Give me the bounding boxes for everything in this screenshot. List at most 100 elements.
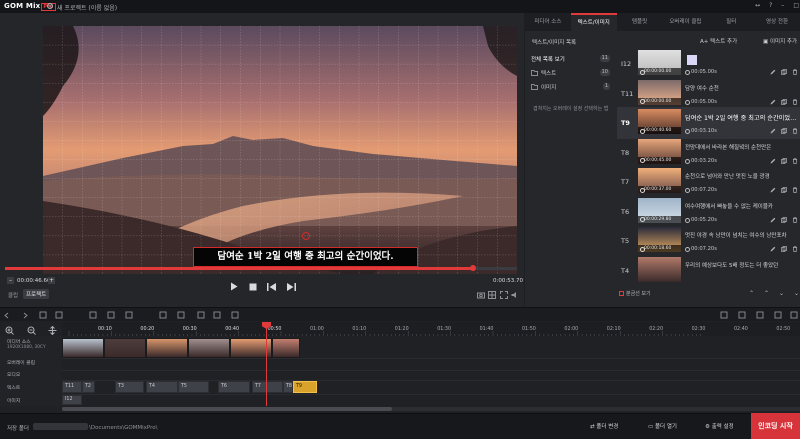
help-icon[interactable]: ? <box>769 2 772 11</box>
tab-project[interactable]: 프로젝트 <box>23 289 50 299</box>
copy-icon[interactable] <box>781 98 787 105</box>
time-plus-button[interactable]: + <box>48 277 55 284</box>
edit-icon[interactable] <box>770 246 776 252</box>
list-item[interactable]: T11 00:00:00.00 담양 여수 순천 00:05.00s <box>617 78 800 110</box>
text-clip[interactable]: T11 <box>62 381 82 393</box>
checkbox-icon[interactable] <box>619 291 624 296</box>
caption-rotate-handle[interactable] <box>302 232 310 240</box>
edit-icon[interactable] <box>770 99 776 105</box>
list-item[interactable]: T9 00:00:40.60 담여순 1박 2일 여행 중 최고의 순간이었다. 00… <box>617 107 800 139</box>
folder-item[interactable]: 전체 목록 보기 11 <box>531 53 613 65</box>
trash-icon[interactable] <box>792 69 798 75</box>
open-folder-button[interactable]: ▭ 폴더 열기 <box>648 422 677 430</box>
track-area[interactable]: T11 T2 T3 T4 T5 T6 T7 T8 T9 I12 <box>62 336 800 406</box>
text-clip[interactable]: T9 <box>293 381 317 393</box>
item-thumbnail[interactable]: 00:00:45.00 <box>638 138 681 164</box>
safe-area-toggle[interactable]: 분금선 보기 <box>619 290 651 297</box>
prev-frame-icon[interactable] <box>267 282 277 291</box>
copy-icon[interactable] <box>781 69 787 75</box>
folder-item[interactable]: 이미지 1 <box>531 81 613 93</box>
fit-timeline-icon[interactable] <box>48 326 57 335</box>
maximize-icon[interactable]: □ <box>793 2 799 11</box>
stop-icon[interactable] <box>249 283 257 291</box>
video-clip[interactable] <box>62 338 104 358</box>
item-thumbnail[interactable]: 00:00:29.80 <box>638 197 681 223</box>
output-settings-button[interactable]: ⚙ 출력 설정 <box>705 422 734 430</box>
library-tab[interactable]: 오버레이 클립 <box>662 13 708 31</box>
move-down-icon[interactable]: ⌄ <box>779 290 784 297</box>
library-tab[interactable]: 템플릿 <box>617 13 663 31</box>
copy-icon[interactable] <box>781 187 787 193</box>
video-clip[interactable] <box>146 338 188 358</box>
copy-icon[interactable] <box>781 246 787 252</box>
trash-icon[interactable] <box>792 246 798 252</box>
text-clip[interactable]: T2 <box>82 381 95 393</box>
text-clip[interactable]: T3 <box>115 381 144 393</box>
item-thumbnail[interactable]: 00:00:40.60 <box>638 109 681 134</box>
item-thumbnail[interactable]: 00:00:18.60 <box>638 227 681 252</box>
text-clip[interactable]: T5 <box>178 381 209 393</box>
change-folder-button[interactable]: ⇄ 폴더 변경 <box>590 422 618 430</box>
image-clip[interactable]: I12 <box>62 395 82 405</box>
item-thumbnail[interactable] <box>638 256 681 282</box>
time-minus-button[interactable]: – <box>7 277 14 284</box>
text-clip[interactable]: T4 <box>146 381 178 393</box>
edit-icon[interactable] <box>770 69 776 75</box>
trash-icon[interactable] <box>792 216 798 223</box>
list-item[interactable]: T8 00:00:45.00 전망대에서 바라본 해질녘의 순천만은 00:03.20… <box>617 137 800 169</box>
add-image-button[interactable]: ▣ 이미지 추가 <box>763 37 797 45</box>
text-clip[interactable]: T8 <box>283 381 293 393</box>
edit-icon[interactable] <box>770 158 776 164</box>
gear-icon[interactable] <box>46 2 54 10</box>
list-item[interactable]: T7 00:00:37.00 순천으로 넘어와 만난 멋진 노을 광경 00:07.2… <box>617 166 800 198</box>
trash-icon[interactable] <box>792 187 798 193</box>
video-clip[interactable] <box>104 338 146 358</box>
grid-icon[interactable] <box>488 291 497 299</box>
copy-icon[interactable] <box>781 216 787 223</box>
library-tab[interactable]: 영상 전환 <box>754 13 800 31</box>
folder-item[interactable]: 텍스트 10 <box>531 67 613 79</box>
video-clip[interactable] <box>188 338 230 358</box>
timeline-scroll-thumb[interactable] <box>62 407 392 411</box>
text-clip[interactable]: T7 <box>252 381 283 393</box>
library-tab[interactable]: 미디어 소스 <box>525 13 571 31</box>
library-tab[interactable]: 텍스트/이미지 <box>570 13 617 31</box>
camera-icon[interactable] <box>477 291 485 299</box>
list-item[interactable]: T6 00:00:29.80 여수여행에서 빠놓을 수 없는 케이블카 00:05.2… <box>617 196 800 228</box>
edit-icon[interactable] <box>770 217 776 223</box>
copy-icon[interactable] <box>781 157 787 164</box>
volume-icon[interactable] <box>511 291 519 299</box>
minimize-icon[interactable]: – <box>781 2 784 11</box>
encode-start-button[interactable]: 인코딩 시작 <box>751 413 800 439</box>
add-text-button[interactable]: A+ 텍스트 추가 <box>700 37 737 45</box>
move-top-icon[interactable]: ⌃ <box>749 290 754 297</box>
fullscreen-icon[interactable] <box>499 291 508 299</box>
current-timecode[interactable]: 00:00:46.60 <box>17 278 50 284</box>
item-thumbnail[interactable]: 00:00:37.00 <box>638 168 681 193</box>
trash-icon[interactable] <box>792 128 798 134</box>
playhead[interactable] <box>266 322 267 406</box>
seek-handle[interactable] <box>469 265 476 271</box>
zoom-in-icon[interactable] <box>5 326 14 335</box>
move-bottom-icon[interactable]: ⌄ <box>794 290 799 297</box>
library-tab[interactable]: 필터 <box>708 13 754 31</box>
fit-window-icon[interactable]: ↔ <box>755 2 760 11</box>
trash-icon[interactable] <box>792 157 798 164</box>
folder-hint[interactable]: 겹쳐지는 오버레이 설정 선택하는 법 <box>533 105 611 113</box>
play-icon[interactable] <box>230 282 238 291</box>
next-frame-icon[interactable] <box>286 282 296 291</box>
zoom-out-icon[interactable] <box>27 326 36 335</box>
video-clip[interactable] <box>272 338 300 358</box>
video-preview[interactable]: 담여순 1박 2일 여행 중 최고의 순간이었다. <box>43 26 517 274</box>
copy-icon[interactable] <box>781 128 787 134</box>
move-up-icon[interactable]: ⌃ <box>764 290 769 297</box>
trash-icon[interactable] <box>792 98 798 105</box>
tab-clip[interactable]: 클립 <box>8 291 18 299</box>
time-ruler[interactable]: 00:10 00:20 00:30 00:40 00:50 01:00 01:10 01:20… <box>62 322 800 336</box>
caption-text-box[interactable]: 담여순 1박 2일 여행 중 최고의 순간이었다. <box>193 247 418 267</box>
item-thumbnail[interactable]: 00:00:00.00 <box>638 50 681 75</box>
edit-icon[interactable] <box>770 128 776 134</box>
list-item[interactable]: I12 00:00:00.00 00:05.00s <box>617 49 800 80</box>
list-item[interactable]: T4 우리의 예상보다도 5배 정도는 더 좋았던 <box>617 255 800 287</box>
text-clip[interactable]: T6 <box>218 381 250 393</box>
